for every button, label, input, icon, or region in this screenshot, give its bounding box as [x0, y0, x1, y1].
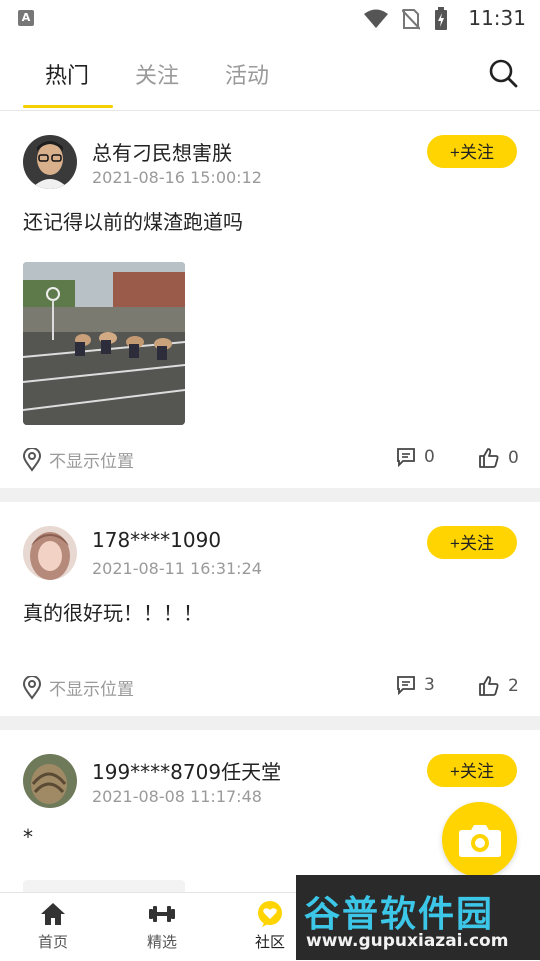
post-text: 还记得以前的煤渣跑道吗	[23, 210, 243, 234]
heart-chat-icon	[258, 901, 282, 927]
home-icon	[41, 903, 65, 925]
search-icon[interactable]	[488, 58, 518, 88]
camera-post-button[interactable]	[442, 802, 517, 877]
no-sim-icon	[402, 9, 420, 30]
like-count[interactable]: 0	[478, 447, 519, 469]
location-tag[interactable]: 不显示位置	[23, 675, 134, 700]
watermark-title: 谷普软件园	[304, 894, 495, 935]
like-count-value: 0	[508, 448, 519, 468]
post-image[interactable]	[23, 262, 185, 425]
tab-activities[interactable]: 活动	[225, 58, 269, 90]
location-label: 不显示位置	[49, 680, 134, 700]
comment-count-value: 3	[424, 675, 435, 695]
like-count-value: 2	[508, 676, 519, 696]
watermark-url: www.gupuxiazai.com	[306, 931, 509, 951]
nav-community-label: 社区	[254, 933, 285, 951]
comment-icon	[397, 676, 415, 695]
post-separator	[0, 716, 540, 730]
post-feed[interactable]: 总有刁民想害朕 2021-08-16 15:00:12 +关注 还记得以前的煤渣…	[0, 111, 540, 892]
wifi-icon	[364, 9, 388, 28]
status-bar: A 11:31	[0, 0, 540, 36]
comment-icon	[397, 448, 415, 467]
post-text: 真的很好玩！！！！	[23, 601, 203, 625]
location-pin-icon	[23, 675, 41, 700]
status-icons	[364, 7, 448, 31]
dumbbell-icon	[149, 906, 175, 922]
post-username[interactable]: 178****1090	[92, 528, 221, 552]
top-tab-bar: 热门 关注 活动	[0, 36, 540, 111]
app-notification-icon: A	[18, 10, 34, 26]
nav-featured-label: 精选	[146, 933, 177, 951]
location-tag[interactable]: 不显示位置	[23, 447, 134, 472]
follow-button[interactable]: +关注	[427, 526, 517, 559]
like-count[interactable]: 2	[478, 675, 519, 697]
post-separator	[0, 488, 540, 502]
comment-count[interactable]: 0	[396, 447, 435, 467]
follow-button[interactable]: +关注	[427, 135, 517, 168]
post-username[interactable]: 199****8709任天堂	[92, 756, 281, 785]
post-card[interactable]: 178****1090 2021-08-11 16:31:24 +关注 真的很好…	[0, 502, 540, 716]
camera-icon	[458, 824, 501, 857]
post-username[interactable]: 总有刁民想害朕	[92, 137, 232, 166]
post-timestamp: 2021-08-08 11:17:48	[92, 787, 262, 806]
status-time: 11:31	[468, 6, 526, 30]
watermark-logo: 谷普软件园 www.gupuxiazai.com	[296, 875, 540, 960]
tab-hot[interactable]: 热门	[45, 58, 89, 90]
nav-community[interactable]: 社区	[235, 901, 305, 952]
post-timestamp: 2021-08-16 15:00:12	[92, 168, 262, 187]
thumbs-up-icon	[479, 676, 499, 696]
post-timestamp: 2021-08-11 16:31:24	[92, 559, 262, 578]
post-image[interactable]	[23, 880, 185, 892]
post-footer: 不显示位置 0 0	[0, 447, 540, 477]
post-text: *	[23, 825, 33, 849]
thumbs-up-icon	[479, 448, 499, 468]
tab-following[interactable]: 关注	[135, 58, 179, 90]
location-pin-icon	[23, 447, 41, 472]
comment-count-value: 0	[424, 447, 435, 467]
location-label: 不显示位置	[49, 452, 134, 472]
follow-button[interactable]: +关注	[427, 754, 517, 787]
post-card[interactable]: 总有刁民想害朕 2021-08-16 15:00:12 +关注 还记得以前的煤渣…	[0, 111, 540, 488]
post-footer: 不显示位置 3 2	[0, 675, 540, 705]
comment-count[interactable]: 3	[396, 675, 435, 695]
avatar[interactable]	[23, 135, 77, 189]
active-tab-indicator	[23, 105, 113, 108]
nav-home[interactable]: 首页	[18, 901, 88, 952]
avatar[interactable]	[23, 754, 77, 808]
battery-charging-icon	[435, 7, 447, 30]
nav-home-label: 首页	[37, 933, 68, 951]
avatar[interactable]	[23, 526, 77, 580]
nav-featured[interactable]: 精选	[127, 901, 197, 952]
